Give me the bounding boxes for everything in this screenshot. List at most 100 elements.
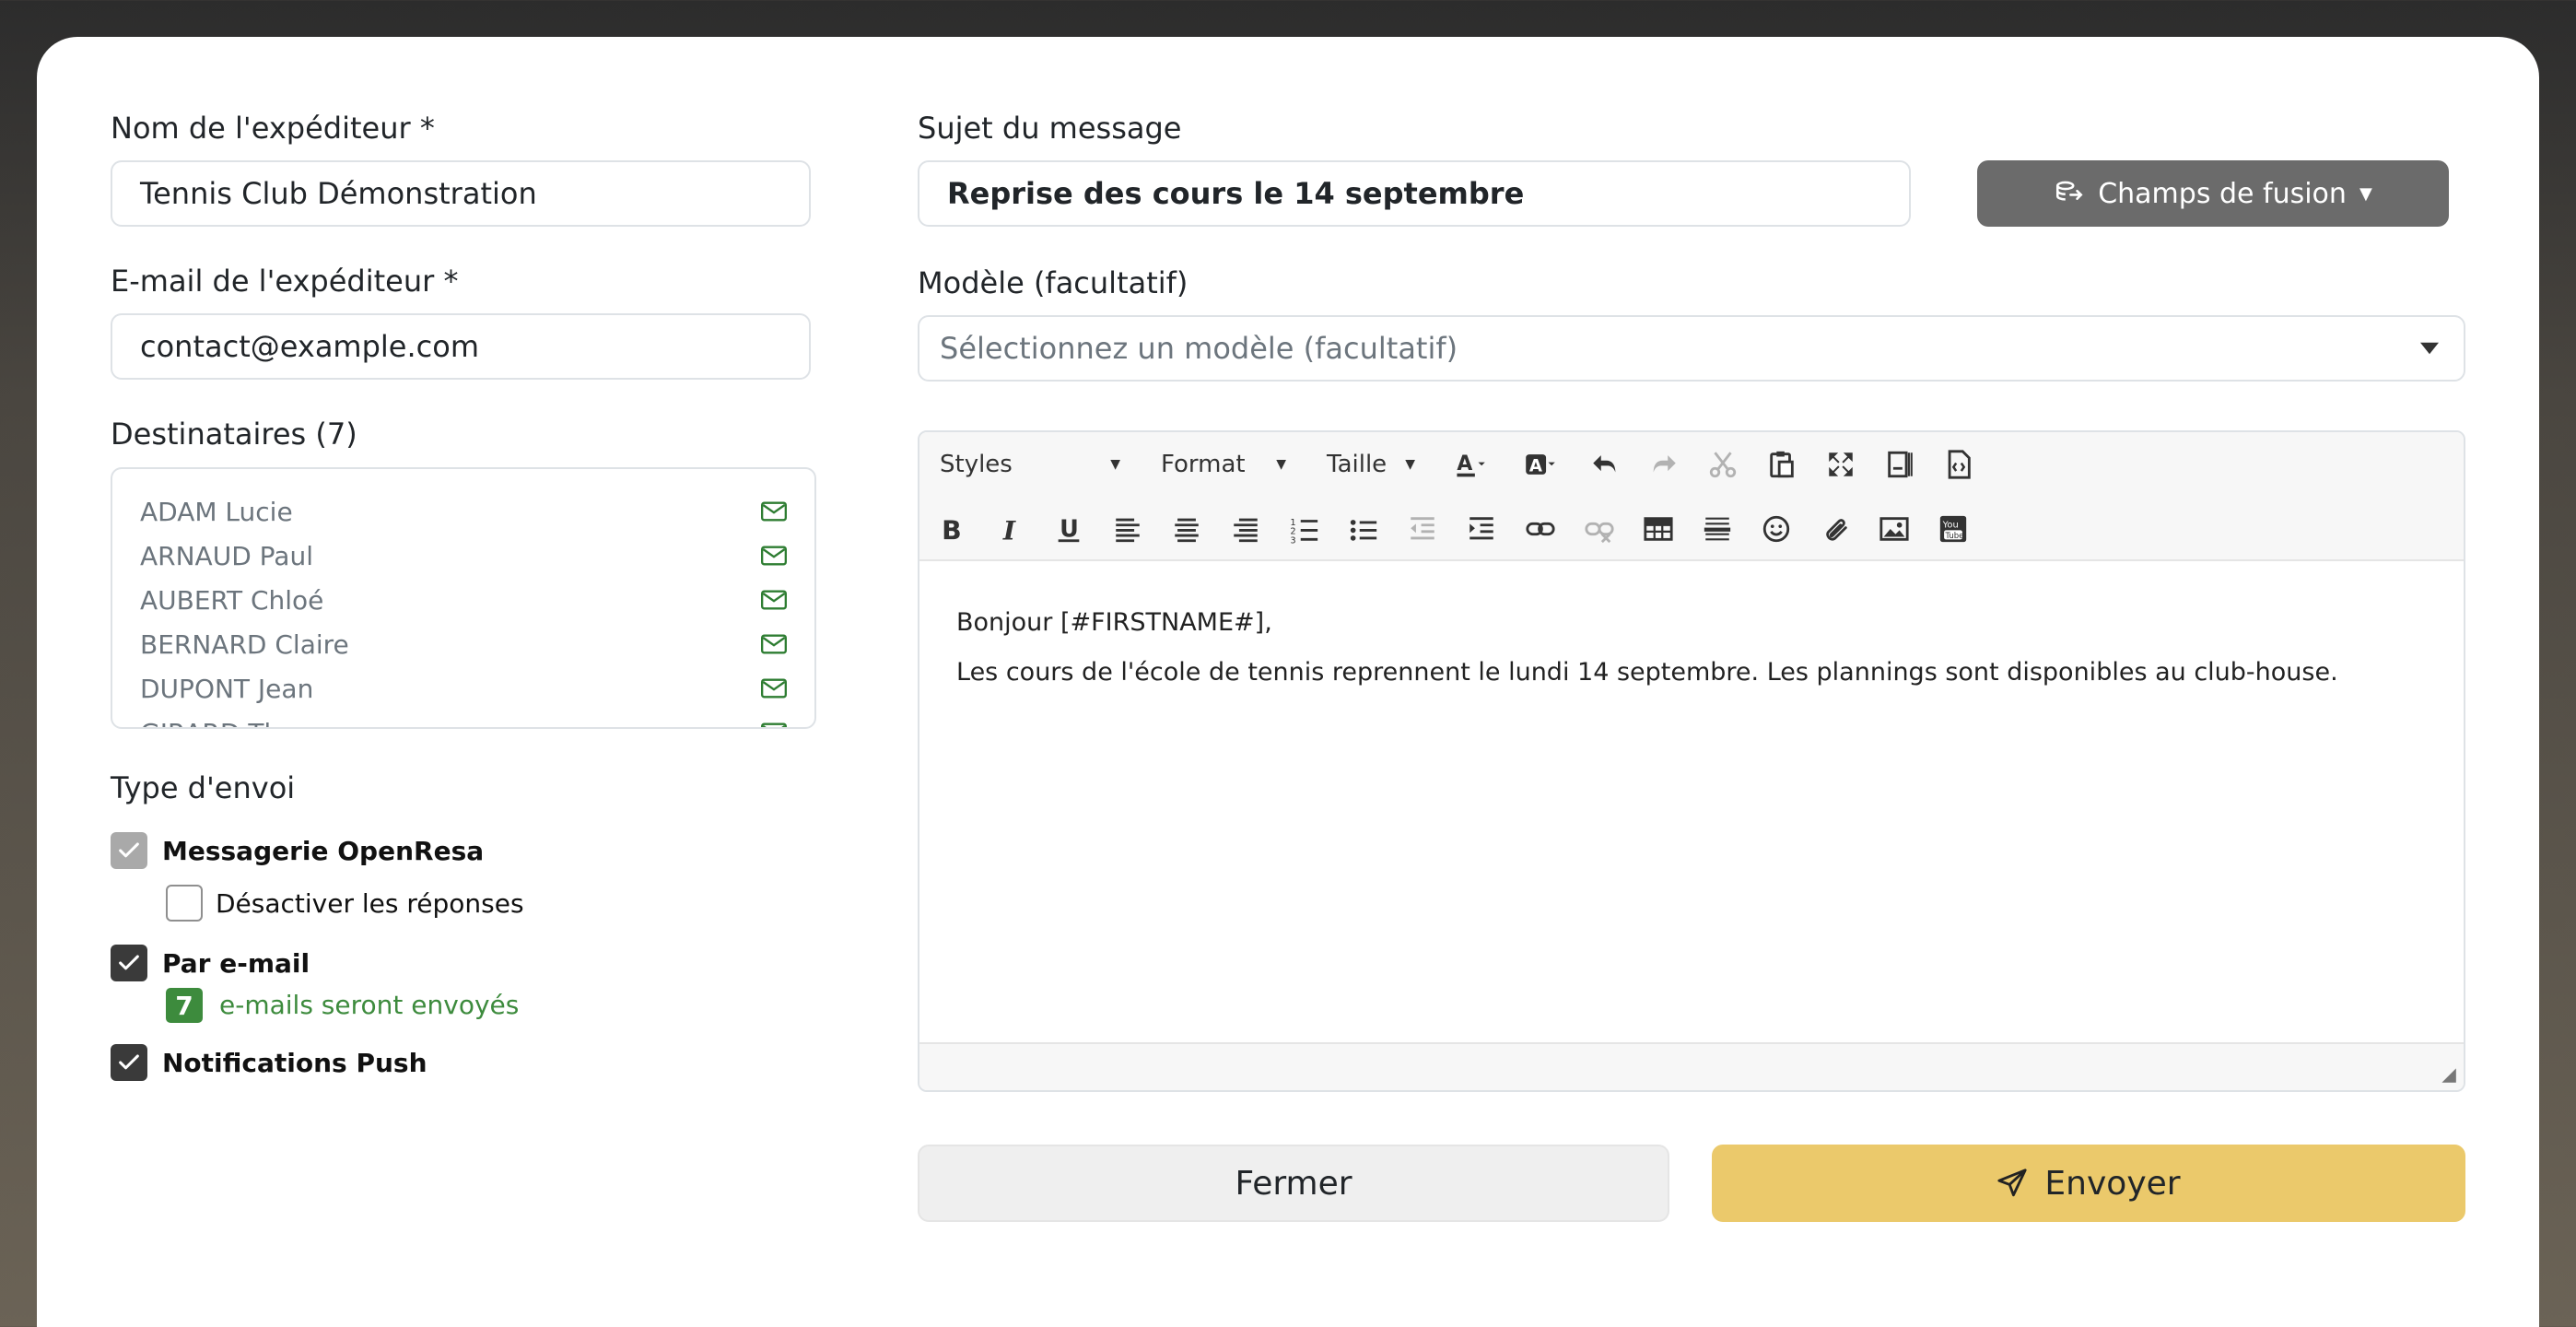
recipient-item: AUBERT Chloé [140, 578, 787, 622]
recipient-item: DUPONT Jean [140, 666, 787, 710]
recipient-item: GIRARD Thomas [140, 710, 787, 728]
youtube-button[interactable]: You Tube [1924, 503, 1983, 555]
messaging-label: Messagerie OpenResa [162, 836, 485, 866]
email-count-text: e-mails seront envoyés [219, 990, 520, 1020]
push-checkbox[interactable] [111, 1044, 147, 1081]
cut-button[interactable] [1693, 439, 1752, 490]
template-placeholder: Sélectionnez un modèle (facultatif) [940, 331, 1458, 366]
email-count-badge: 7 [166, 988, 203, 1023]
indent-button[interactable] [1452, 503, 1511, 555]
underline-icon: U [1058, 516, 1080, 544]
bold-button[interactable]: B [921, 503, 980, 555]
horizontal-line-button[interactable] [1688, 503, 1747, 555]
messaging-checkbox[interactable] [111, 832, 147, 869]
align-right-button[interactable] [1216, 503, 1275, 555]
unlink-button[interactable] [1570, 503, 1629, 555]
styles-label: Styles [940, 451, 1013, 478]
recipient-name: ADAM Lucie [140, 496, 293, 527]
merge-fields-button[interactable]: Champs de fusion ▼ [1977, 160, 2449, 227]
recipient-name: DUPONT Jean [140, 673, 314, 704]
bullet-list-button[interactable] [1334, 503, 1393, 555]
envelope-icon [761, 590, 787, 610]
source-icon [1948, 450, 1971, 479]
link-button[interactable] [1511, 503, 1570, 555]
italic-button[interactable]: I [980, 503, 1039, 555]
rich-text-editor[interactable]: Styles ▼ Format ▼ Taille ▼ A A B I U 1 2… [918, 430, 2465, 1092]
attachment-button[interactable] [1806, 503, 1865, 555]
close-button[interactable]: Fermer [918, 1145, 1669, 1222]
text-color-icon: A [1457, 452, 1485, 477]
svg-text:B: B [942, 515, 962, 545]
background-color-button[interactable]: A [1505, 439, 1575, 490]
paperclip-icon [1826, 519, 1847, 541]
undo-button[interactable] [1575, 439, 1634, 490]
horizontal-line-icon [1704, 517, 1731, 541]
align-left-icon [1116, 518, 1140, 543]
check-icon [119, 842, 139, 858]
source-button[interactable] [1929, 439, 1988, 490]
merge-icon [2056, 181, 2083, 201]
maximize-icon [1829, 452, 1853, 476]
image-button[interactable] [1865, 503, 1924, 555]
push-label: Notifications Push [162, 1048, 427, 1078]
subject-input[interactable]: Reprise des cours le 14 septembre [918, 160, 1911, 227]
recipient-name: GIRARD Thomas [140, 718, 350, 728]
svg-text:A: A [1457, 452, 1472, 476]
table-button[interactable] [1629, 503, 1688, 555]
envelope-icon [761, 501, 787, 522]
recipients-label: Destinataires (7) [111, 417, 357, 452]
disable-replies-checkbox[interactable] [166, 885, 203, 922]
outdent-button[interactable] [1393, 503, 1452, 555]
subject-label: Sujet du message [918, 111, 1182, 146]
recipients-list[interactable]: ADAM Lucie ARNAUD Paul AUBERT Chloé BERNARD… [111, 467, 816, 729]
svg-text:Tube: Tube [1945, 532, 1964, 541]
sender-name-label: Nom de l'expéditeur * [111, 111, 435, 146]
editor-toolbar: Styles ▼ Format ▼ Taille ▼ A A B I U 1 2… [919, 432, 2464, 561]
chevron-down-icon [2420, 342, 2439, 355]
format-label: Format [1161, 451, 1246, 478]
resize-handle-icon[interactable] [2438, 1064, 2458, 1085]
template-label: Modèle (facultatif) [918, 265, 1188, 300]
email-checkbox[interactable] [111, 945, 147, 981]
align-left-button[interactable] [1098, 503, 1157, 555]
align-center-button[interactable] [1157, 503, 1216, 555]
outdent-icon [1411, 517, 1434, 540]
redo-button[interactable] [1634, 439, 1693, 490]
scissors-icon [1709, 452, 1737, 478]
numbered-list-button[interactable]: 123 [1275, 503, 1334, 555]
svg-text:I: I [1002, 514, 1016, 545]
editor-line-greeting: Bonjour [#FIRSTNAME#], [956, 608, 1272, 637]
size-dropdown[interactable]: Taille ▼ [1306, 441, 1435, 487]
align-right-icon [1234, 518, 1258, 543]
paper-plane-icon [1997, 1168, 2028, 1197]
send-button[interactable]: Envoyer [1712, 1145, 2465, 1222]
emoji-button[interactable] [1747, 503, 1806, 555]
envelope-icon [761, 722, 787, 727]
recipient-name: AUBERT Chloé [140, 584, 324, 616]
link-icon [1526, 522, 1555, 536]
italic-icon: I [1002, 514, 1016, 545]
sender-email-input[interactable]: contact@example.com [111, 313, 811, 380]
redo-icon [1653, 455, 1676, 473]
undo-icon [1593, 455, 1616, 473]
toolbar-row-2: B I U 123 You Tube [919, 497, 1983, 561]
maximize-button[interactable] [1811, 439, 1870, 490]
styles-dropdown[interactable]: Styles ▼ [919, 441, 1141, 487]
svg-text:You: You [1942, 521, 1959, 531]
editor-content[interactable]: Bonjour [#FIRSTNAME#], Les cours de l'éc… [919, 561, 2464, 1040]
smiley-icon [1762, 515, 1790, 543]
unlink-icon [1585, 522, 1614, 544]
caret-down-icon: ▼ [1276, 457, 1286, 472]
recipient-name: BERNARD Claire [140, 628, 349, 660]
sender-name-input[interactable]: Tennis Club Démonstration [111, 160, 811, 227]
show-blocks-button[interactable] [1870, 439, 1929, 490]
caret-down-icon: ▼ [2359, 183, 2372, 204]
text-color-button[interactable]: A [1435, 439, 1505, 490]
paste-icon [1770, 451, 1794, 478]
paste-button[interactable] [1752, 439, 1811, 490]
underline-button[interactable]: U [1039, 503, 1098, 555]
template-select[interactable]: Sélectionnez un modèle (facultatif) [918, 315, 2465, 382]
bullet-list-icon [1350, 520, 1377, 541]
format-dropdown[interactable]: Format ▼ [1141, 441, 1306, 487]
table-icon [1644, 517, 1673, 541]
